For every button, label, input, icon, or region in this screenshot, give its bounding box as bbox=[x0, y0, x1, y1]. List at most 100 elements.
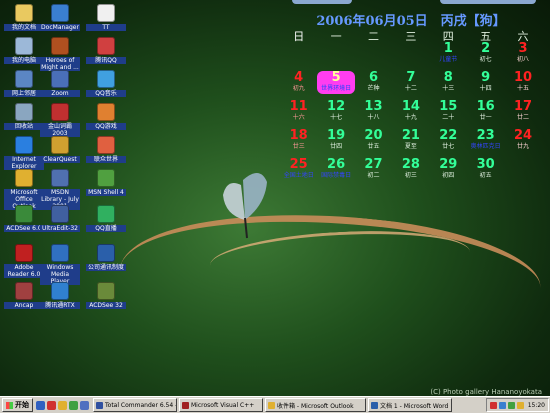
desktop-icon[interactable]: 金山词霸2003 bbox=[40, 103, 80, 137]
desktop-icon[interactable]: TT bbox=[86, 4, 126, 31]
calendar-day-subtext: 十二 bbox=[404, 85, 417, 92]
quick-launch-app-icon[interactable] bbox=[47, 400, 56, 410]
desktop-icon-label: QQ直播 bbox=[86, 225, 126, 232]
desktop-icon[interactable]: 腾讯QQ bbox=[86, 37, 126, 64]
desktop-icon[interactable]: QQ游戏 bbox=[86, 103, 126, 130]
quick-launch-folder-icon[interactable] bbox=[58, 400, 67, 410]
desktop-icon-label: 回收站 bbox=[4, 123, 44, 130]
tray-qq-icon[interactable] bbox=[489, 401, 497, 409]
desktop-icon[interactable]: 公司通讯制度 bbox=[86, 244, 126, 271]
calendar-today-cell[interactable]: 5 世界环境日 bbox=[317, 71, 355, 94]
calendar-day-cell[interactable]: 20 廿五 bbox=[355, 129, 392, 152]
taskbar-task-button[interactable]: 收件箱 - Microsoft Outlook bbox=[265, 398, 366, 412]
calendar-day-cell[interactable]: 27 初二 bbox=[355, 158, 392, 181]
calendar-day-cell[interactable]: 9 十四 bbox=[467, 71, 504, 94]
calendar-day-cell[interactable]: 26 国际禁毒日 bbox=[317, 158, 354, 181]
calendar-day-cell[interactable]: 6 芒种 bbox=[355, 71, 392, 94]
calendar-day-cell[interactable]: 24 廿九 bbox=[504, 129, 541, 152]
desktop-icon[interactable]: 我的文档 bbox=[4, 4, 44, 31]
calendar-day-cell[interactable]: 28 初三 bbox=[392, 158, 429, 181]
calendar-day-cell[interactable]: 8 十三 bbox=[430, 71, 467, 94]
app-icon bbox=[97, 244, 115, 262]
calendar-day-cell[interactable]: 16 廿一 bbox=[467, 100, 504, 123]
task-app-icon bbox=[268, 401, 275, 409]
calendar-day-number: 3 bbox=[518, 41, 528, 56]
calendar-day-cell[interactable]: 7 十二 bbox=[392, 71, 429, 94]
desktop-icon[interactable]: Windows Media Player bbox=[40, 244, 80, 285]
desktop-icon[interactable]: MSN Shell 4 bbox=[86, 169, 126, 196]
calendar-week-row: 11 十六 12 十七 13 十八 14 十九 15 二十 16 廿一 17 廿二 bbox=[280, 100, 542, 123]
desktop-icon[interactable]: Internet Explorer bbox=[4, 136, 44, 170]
desktop-icon[interactable]: ACDSee 6.0 bbox=[4, 205, 44, 232]
calendar-day-cell[interactable]: 22 廿七 bbox=[430, 129, 467, 152]
desktop-icon[interactable]: Adobe Reader 6.0 bbox=[4, 244, 44, 278]
calendar-day-cell[interactable]: 1 儿童节 bbox=[430, 42, 467, 65]
quick-launch-ie-icon[interactable] bbox=[80, 400, 89, 410]
calendar-week-row: 25 全国土地日 26 国际禁毒日 27 初二 28 初三 29 初四 30 初五 bbox=[280, 158, 542, 181]
calendar-day-cell[interactable]: 21 夏至 bbox=[392, 129, 429, 152]
desktop-icon[interactable]: UltraEdit-32 bbox=[40, 205, 80, 232]
calendar-day-cell[interactable]: 15 二十 bbox=[430, 100, 467, 123]
calendar-week-row: 1 儿童节 2 初七 3 初八 bbox=[280, 42, 542, 65]
desktop-icon[interactable]: Zoom bbox=[40, 70, 80, 97]
desktop-icon-label: 网上邻居 bbox=[4, 90, 44, 97]
quick-launch-desktop-icon[interactable] bbox=[36, 400, 45, 410]
desktop-icon[interactable]: Microsoft Office Outlook bbox=[4, 169, 44, 210]
calendar-day-cell[interactable]: 2 初七 bbox=[467, 42, 504, 65]
calendar-day-cell[interactable]: 17 廿二 bbox=[504, 100, 541, 123]
calendar-day-cell[interactable]: 25 全国土地日 bbox=[280, 158, 317, 181]
quick-launch-media-icon[interactable] bbox=[69, 400, 78, 410]
taskbar-task-button[interactable]: 文档 1 - Microsoft Word bbox=[368, 398, 452, 412]
calendar-day-cell[interactable]: 4 初九 bbox=[280, 71, 317, 94]
calendar-day-cell[interactable]: 23 奥林匹克日 bbox=[467, 129, 504, 152]
desktop-icon[interactable]: 我的电脑 bbox=[4, 37, 44, 64]
desktop-icon[interactable]: 联众世界 bbox=[86, 136, 126, 163]
tray-network-icon[interactable] bbox=[498, 401, 506, 409]
calendar-day-subtext: 全国土地日 bbox=[283, 172, 314, 179]
app-icon bbox=[15, 4, 33, 22]
desktop-icon[interactable]: DocManager bbox=[40, 4, 80, 31]
calendar-tab-right[interactable] bbox=[440, 0, 536, 4]
calendar-day-cell[interactable]: 3 初八 bbox=[504, 42, 541, 65]
calendar-day-cell[interactable]: 29 初四 bbox=[430, 158, 467, 181]
calendar-day-number: 25 bbox=[289, 157, 308, 172]
desktop-icon-label: 我的文档 bbox=[4, 24, 44, 31]
desktop-icon[interactable]: MSDN Library - July 2001 bbox=[40, 169, 80, 210]
calendar-day-subtext: 世界环境日 bbox=[321, 85, 352, 92]
tray-msn-icon[interactable] bbox=[507, 401, 515, 409]
calendar-day-cell[interactable]: 14 十九 bbox=[392, 100, 429, 123]
taskbar-task-button[interactable]: Microsoft Visual C++ bbox=[179, 398, 263, 412]
app-icon bbox=[97, 169, 115, 187]
calendar-day-number: 29 bbox=[439, 157, 458, 172]
clock[interactable]: 15:20 bbox=[528, 402, 545, 409]
calendar-day-cell[interactable]: 10 十五 bbox=[504, 71, 541, 94]
calendar-day-subtext: 十八 bbox=[367, 114, 380, 121]
windows-logo-icon bbox=[6, 401, 13, 409]
desktop-icon[interactable]: ACDSee 32 bbox=[86, 282, 126, 309]
desktop-icon[interactable]: ClearQuest bbox=[40, 136, 80, 163]
taskbar-task-button[interactable]: Total Commander 6.54 -... bbox=[93, 398, 177, 412]
start-button[interactable]: 开始 bbox=[2, 398, 33, 412]
calendar-day-cell[interactable]: 12 十七 bbox=[317, 100, 354, 123]
desktop-icon[interactable]: 腾讯通RTX bbox=[40, 282, 80, 309]
calendar-day-subtext: 二十 bbox=[442, 114, 455, 121]
calendar-week-row: 18 廿三 19 廿四 20 廿五 21 夏至 22 廿七 23 奥林匹克日 24 廿九 bbox=[280, 129, 542, 152]
desktop-icon[interactable]: QQ直播 bbox=[86, 205, 126, 232]
calendar-tab-left[interactable] bbox=[292, 0, 352, 4]
calendar-day-subtext: 十四 bbox=[479, 85, 492, 92]
calendar-day-cell[interactable]: 30 初五 bbox=[467, 158, 504, 181]
calendar-empty-cell bbox=[280, 42, 317, 65]
desktop-icon-label: 公司通讯制度 bbox=[86, 264, 126, 271]
desktop-icon[interactable]: Heroes of Might and ... bbox=[40, 37, 80, 71]
calendar-day-subtext: 夏至 bbox=[404, 143, 417, 150]
calendar-day-subtext: 廿五 bbox=[367, 143, 380, 150]
desktop-icon[interactable]: 网上邻居 bbox=[4, 70, 44, 97]
calendar-day-cell[interactable]: 11 十六 bbox=[280, 100, 317, 123]
desktop-icon[interactable]: Ancap bbox=[4, 282, 44, 309]
calendar-day-cell[interactable]: 18 廿三 bbox=[280, 129, 317, 152]
desktop-icon[interactable]: 回收站 bbox=[4, 103, 44, 130]
desktop-icon[interactable]: QQ音乐 bbox=[86, 70, 126, 97]
tray-volume-icon[interactable] bbox=[516, 401, 524, 409]
calendar-day-cell[interactable]: 13 十八 bbox=[355, 100, 392, 123]
calendar-day-cell[interactable]: 19 廿四 bbox=[317, 129, 354, 152]
